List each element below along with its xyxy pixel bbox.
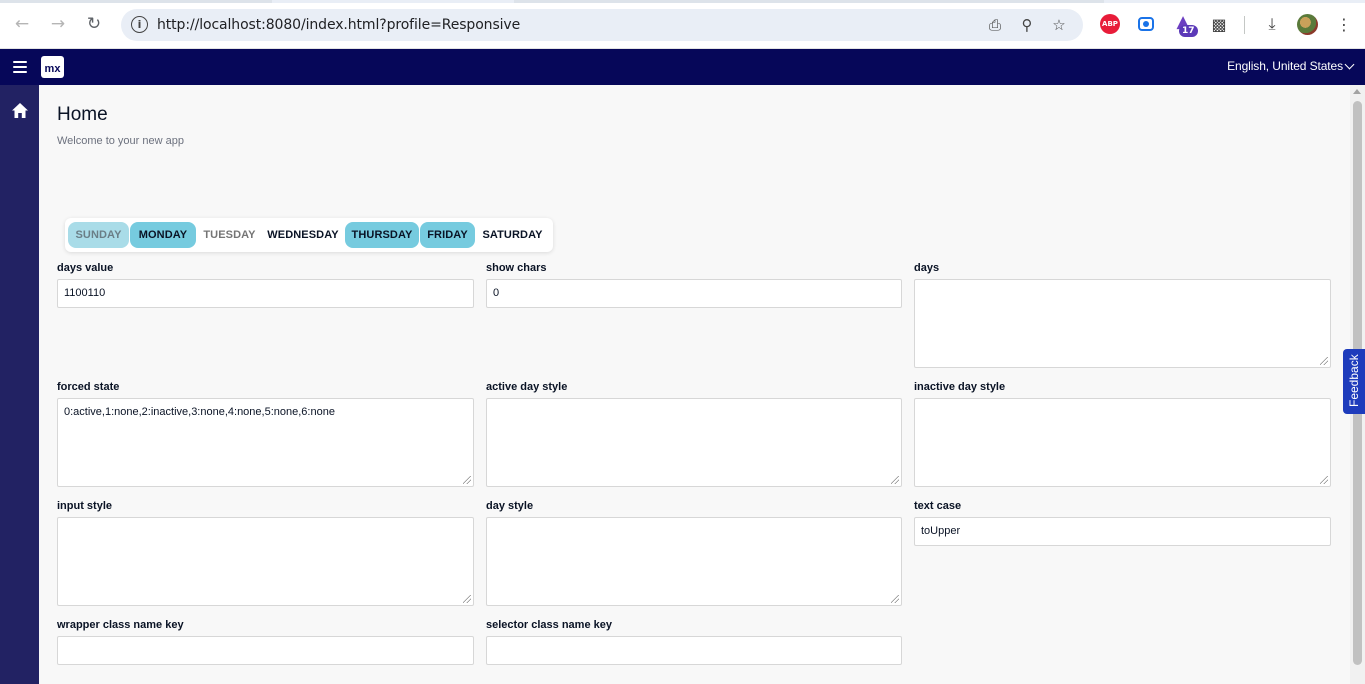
star-icon[interactable]: ☆ xyxy=(1049,15,1069,35)
day-wednesday[interactable]: WEDNESDAY xyxy=(263,222,343,248)
selector-class-name-key-input[interactable] xyxy=(486,636,902,665)
show-chars-label: show chars xyxy=(486,262,547,274)
profile-avatar[interactable] xyxy=(1297,14,1318,35)
day-style-textarea[interactable] xyxy=(486,517,902,606)
forward-arrow-icon[interactable]: → xyxy=(45,11,71,37)
adblock-plus-icon[interactable]: ABP xyxy=(1100,14,1120,34)
mendix-logo[interactable]: mx xyxy=(41,56,64,78)
zoom-icon[interactable]: ⚲ xyxy=(1017,15,1037,35)
resize-grip-icon[interactable] xyxy=(1320,357,1328,365)
download-icon[interactable]: ⤓ xyxy=(1262,14,1282,34)
extension-badge: 17 xyxy=(1179,25,1198,37)
wrapper-class-name-key-input[interactable] xyxy=(57,636,474,665)
install-app-icon[interactable]: ⎙ xyxy=(985,15,1005,35)
days-label: days xyxy=(914,262,940,274)
site-info-icon[interactable]: i xyxy=(131,16,148,33)
day-style-label: day style xyxy=(486,500,534,512)
toolbar-divider xyxy=(1244,16,1245,34)
main-content: Home Welcome to your new app SUNDAY MOND… xyxy=(39,85,1350,684)
days-value-label: days value xyxy=(57,262,114,274)
back-arrow-icon[interactable]: ← xyxy=(9,11,35,37)
day-tuesday[interactable]: TUESDAY xyxy=(197,222,262,248)
input-style-textarea[interactable] xyxy=(57,517,474,606)
language-selector[interactable]: English, United States xyxy=(1227,59,1343,73)
active-day-style-label: active day style xyxy=(486,381,568,393)
screen-recorder-icon[interactable] xyxy=(1138,17,1154,31)
tab-strip xyxy=(0,0,1365,3)
kebab-menu-icon[interactable]: ⋮ xyxy=(1334,14,1354,34)
resize-grip-icon[interactable] xyxy=(463,595,471,603)
day-monday[interactable]: MONDAY xyxy=(130,222,196,248)
page-subtitle: Welcome to your new app xyxy=(57,135,184,147)
day-saturday[interactable]: SATURDAY xyxy=(476,222,549,248)
reload-icon[interactable]: ↻ xyxy=(81,11,107,37)
resize-grip-icon[interactable] xyxy=(1320,476,1328,484)
show-chars-input[interactable]: 0 xyxy=(486,279,902,308)
scroll-up-arrow-icon[interactable] xyxy=(1353,89,1361,94)
browser-toolbar: ← → ↻ i http://localhost:8080/index.html… xyxy=(0,0,1365,49)
day-thursday[interactable]: THURSDAY xyxy=(345,222,419,248)
days-value-input[interactable]: 1100110 xyxy=(57,279,474,308)
input-style-label: input style xyxy=(57,500,113,512)
home-icon[interactable] xyxy=(11,102,29,119)
days-textarea[interactable] xyxy=(914,279,1331,368)
day-sunday[interactable]: SUNDAY xyxy=(68,222,129,248)
day-friday[interactable]: FRIDAY xyxy=(420,222,475,248)
resize-grip-icon[interactable] xyxy=(463,476,471,484)
page-title: Home xyxy=(57,104,108,125)
active-day-style-textarea[interactable] xyxy=(486,398,902,487)
forced-state-value: 0:active,1:none,2:inactive,3:none,4:none… xyxy=(64,406,335,418)
app-header: mx English, United States xyxy=(0,49,1365,85)
feedback-button[interactable]: Feedback xyxy=(1343,349,1365,414)
hamburger-menu-icon[interactable] xyxy=(13,61,27,73)
text-case-input[interactable]: toUpper xyxy=(914,517,1331,546)
inactive-day-style-label: inactive day style xyxy=(914,381,1006,393)
url-text[interactable]: http://localhost:8080/index.html?profile… xyxy=(157,17,520,33)
chevron-down-icon[interactable] xyxy=(1344,59,1355,70)
address-bar[interactable]: i http://localhost:8080/index.html?profi… xyxy=(121,9,1083,41)
text-case-label: text case xyxy=(914,500,962,512)
wrapper-class-name-key-label: wrapper class name key xyxy=(57,619,184,631)
forced-state-textarea[interactable]: 0:active,1:none,2:inactive,3:none,4:none… xyxy=(57,398,474,487)
sidebar xyxy=(0,85,39,684)
resize-grip-icon[interactable] xyxy=(891,476,899,484)
selector-class-name-key-label: selector class name key xyxy=(486,619,612,631)
feedback-label: Feedback xyxy=(1347,354,1361,407)
resize-grip-icon[interactable] xyxy=(891,595,899,603)
extensions-puzzle-icon[interactable]: ▩ xyxy=(1209,14,1229,34)
day-selector: SUNDAY MONDAY TUESDAY WEDNESDAY THURSDAY… xyxy=(65,218,553,252)
inactive-day-style-textarea[interactable] xyxy=(914,398,1331,487)
forced-state-label: forced state xyxy=(57,381,120,393)
